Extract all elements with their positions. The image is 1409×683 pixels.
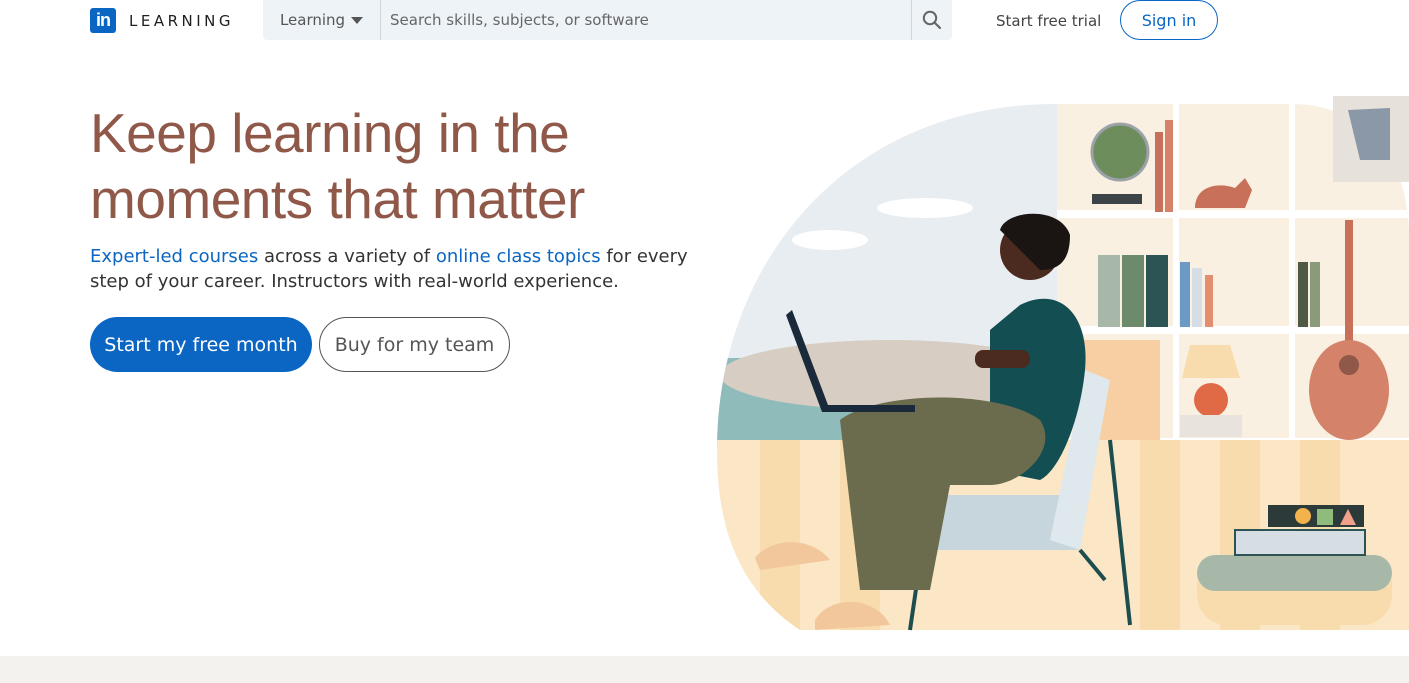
footer-band — [0, 656, 1409, 683]
hero-subtitle: Expert-led courses across a variety of o… — [90, 244, 690, 294]
search-category-dropdown[interactable]: Learning — [263, 0, 381, 40]
search-input[interactable] — [381, 0, 911, 40]
sign-in-button[interactable]: Sign in — [1120, 0, 1218, 40]
start-free-trial-link[interactable]: Start free trial — [996, 12, 1101, 30]
hero-subtitle-text-1: across a variety of — [258, 246, 436, 267]
linkedin-learning-logo[interactable]: in LEARNING — [90, 8, 234, 33]
hero-title-line-1: Keep learning in the — [90, 102, 570, 164]
search-bar: Learning — [263, 0, 952, 40]
search-icon — [922, 10, 942, 30]
hero-illustration — [717, 96, 1409, 631]
online-class-topics-link[interactable]: online class topics — [436, 246, 601, 267]
buy-for-team-button[interactable]: Buy for my team — [319, 317, 510, 372]
expert-led-courses-link[interactable]: Expert-led courses — [90, 246, 258, 267]
start-free-month-button[interactable]: Start my free month — [90, 317, 312, 372]
hero-title-line-2: moments that matter — [90, 168, 585, 230]
logo-wordmark: LEARNING — [129, 11, 235, 30]
caret-down-icon — [351, 16, 364, 24]
search-category-label: Learning — [279, 11, 346, 29]
hero-title: Keep learning in the moments that matter — [90, 100, 710, 232]
search-button[interactable] — [911, 0, 952, 40]
linkedin-icon: in — [90, 8, 116, 33]
